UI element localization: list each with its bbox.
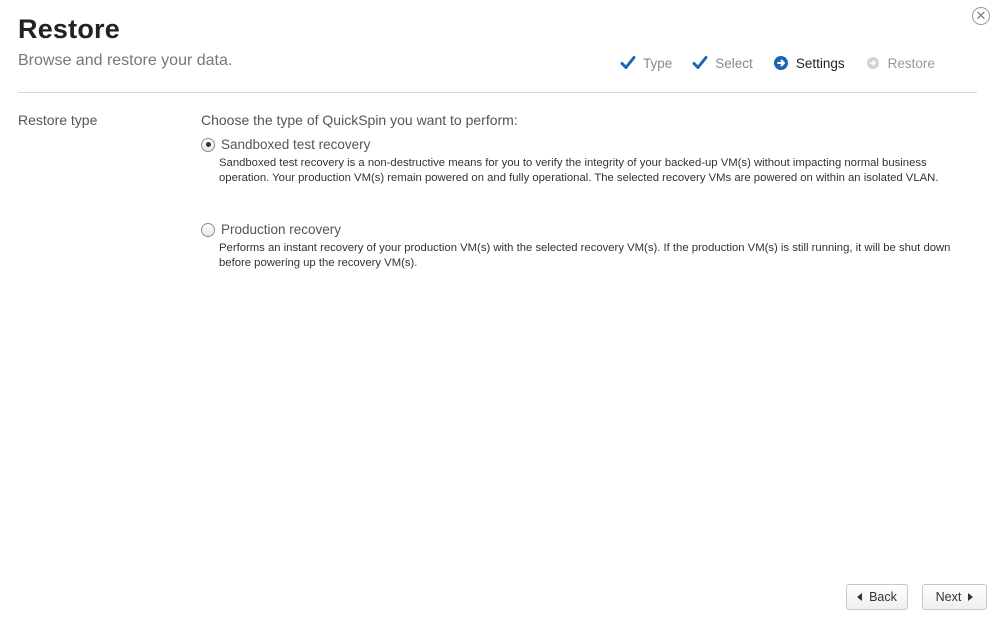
next-button[interactable]: Next: [922, 584, 987, 610]
next-button-label: Next: [935, 590, 962, 604]
sandboxed-description: Sandboxed test recovery is a non-destruc…: [219, 157, 939, 184]
back-button-label: Back: [869, 590, 897, 604]
page-title: Restore: [18, 14, 120, 44]
sandboxed-radio[interactable]: [201, 137, 215, 152]
sandboxed-label[interactable]: Sandboxed test recovery: [221, 137, 370, 152]
production-radio[interactable]: [201, 222, 215, 237]
production-label[interactable]: Production recovery: [221, 222, 341, 237]
back-button[interactable]: Back: [846, 584, 908, 610]
close-icon: ✕: [975, 8, 987, 23]
close-button[interactable]: ✕: [972, 7, 990, 25]
step-label: Restore: [887, 55, 935, 71]
check-icon: [620, 55, 636, 71]
option-production: Production recovery Performs an instant …: [201, 222, 961, 270]
chevron-right-icon: [968, 593, 974, 601]
restore-type-prompt: Choose the type of QuickSpin you want to…: [201, 112, 518, 128]
check-icon: [692, 55, 708, 71]
restore-type-label: Restore type: [18, 112, 98, 128]
step-label: Type: [643, 55, 673, 71]
step-type: Type: [620, 55, 672, 71]
step-restore: Restore: [865, 55, 935, 71]
step-settings: Settings: [773, 55, 845, 71]
current-step-icon: [773, 55, 789, 71]
header-divider: [18, 92, 977, 93]
step-label: Settings: [795, 55, 845, 71]
wizard-steps: Type Select Settings Restore: [620, 53, 935, 73]
page-subtitle: Browse and restore your data.: [18, 52, 233, 69]
option-sandboxed: Sandboxed test recovery Sandboxed test r…: [201, 137, 961, 185]
chevron-left-icon: [857, 593, 863, 601]
step-select: Select: [692, 55, 753, 71]
pending-step-icon: [865, 55, 881, 71]
step-label: Select: [715, 55, 753, 71]
production-description: Performs an instant recovery of your pro…: [219, 242, 951, 269]
